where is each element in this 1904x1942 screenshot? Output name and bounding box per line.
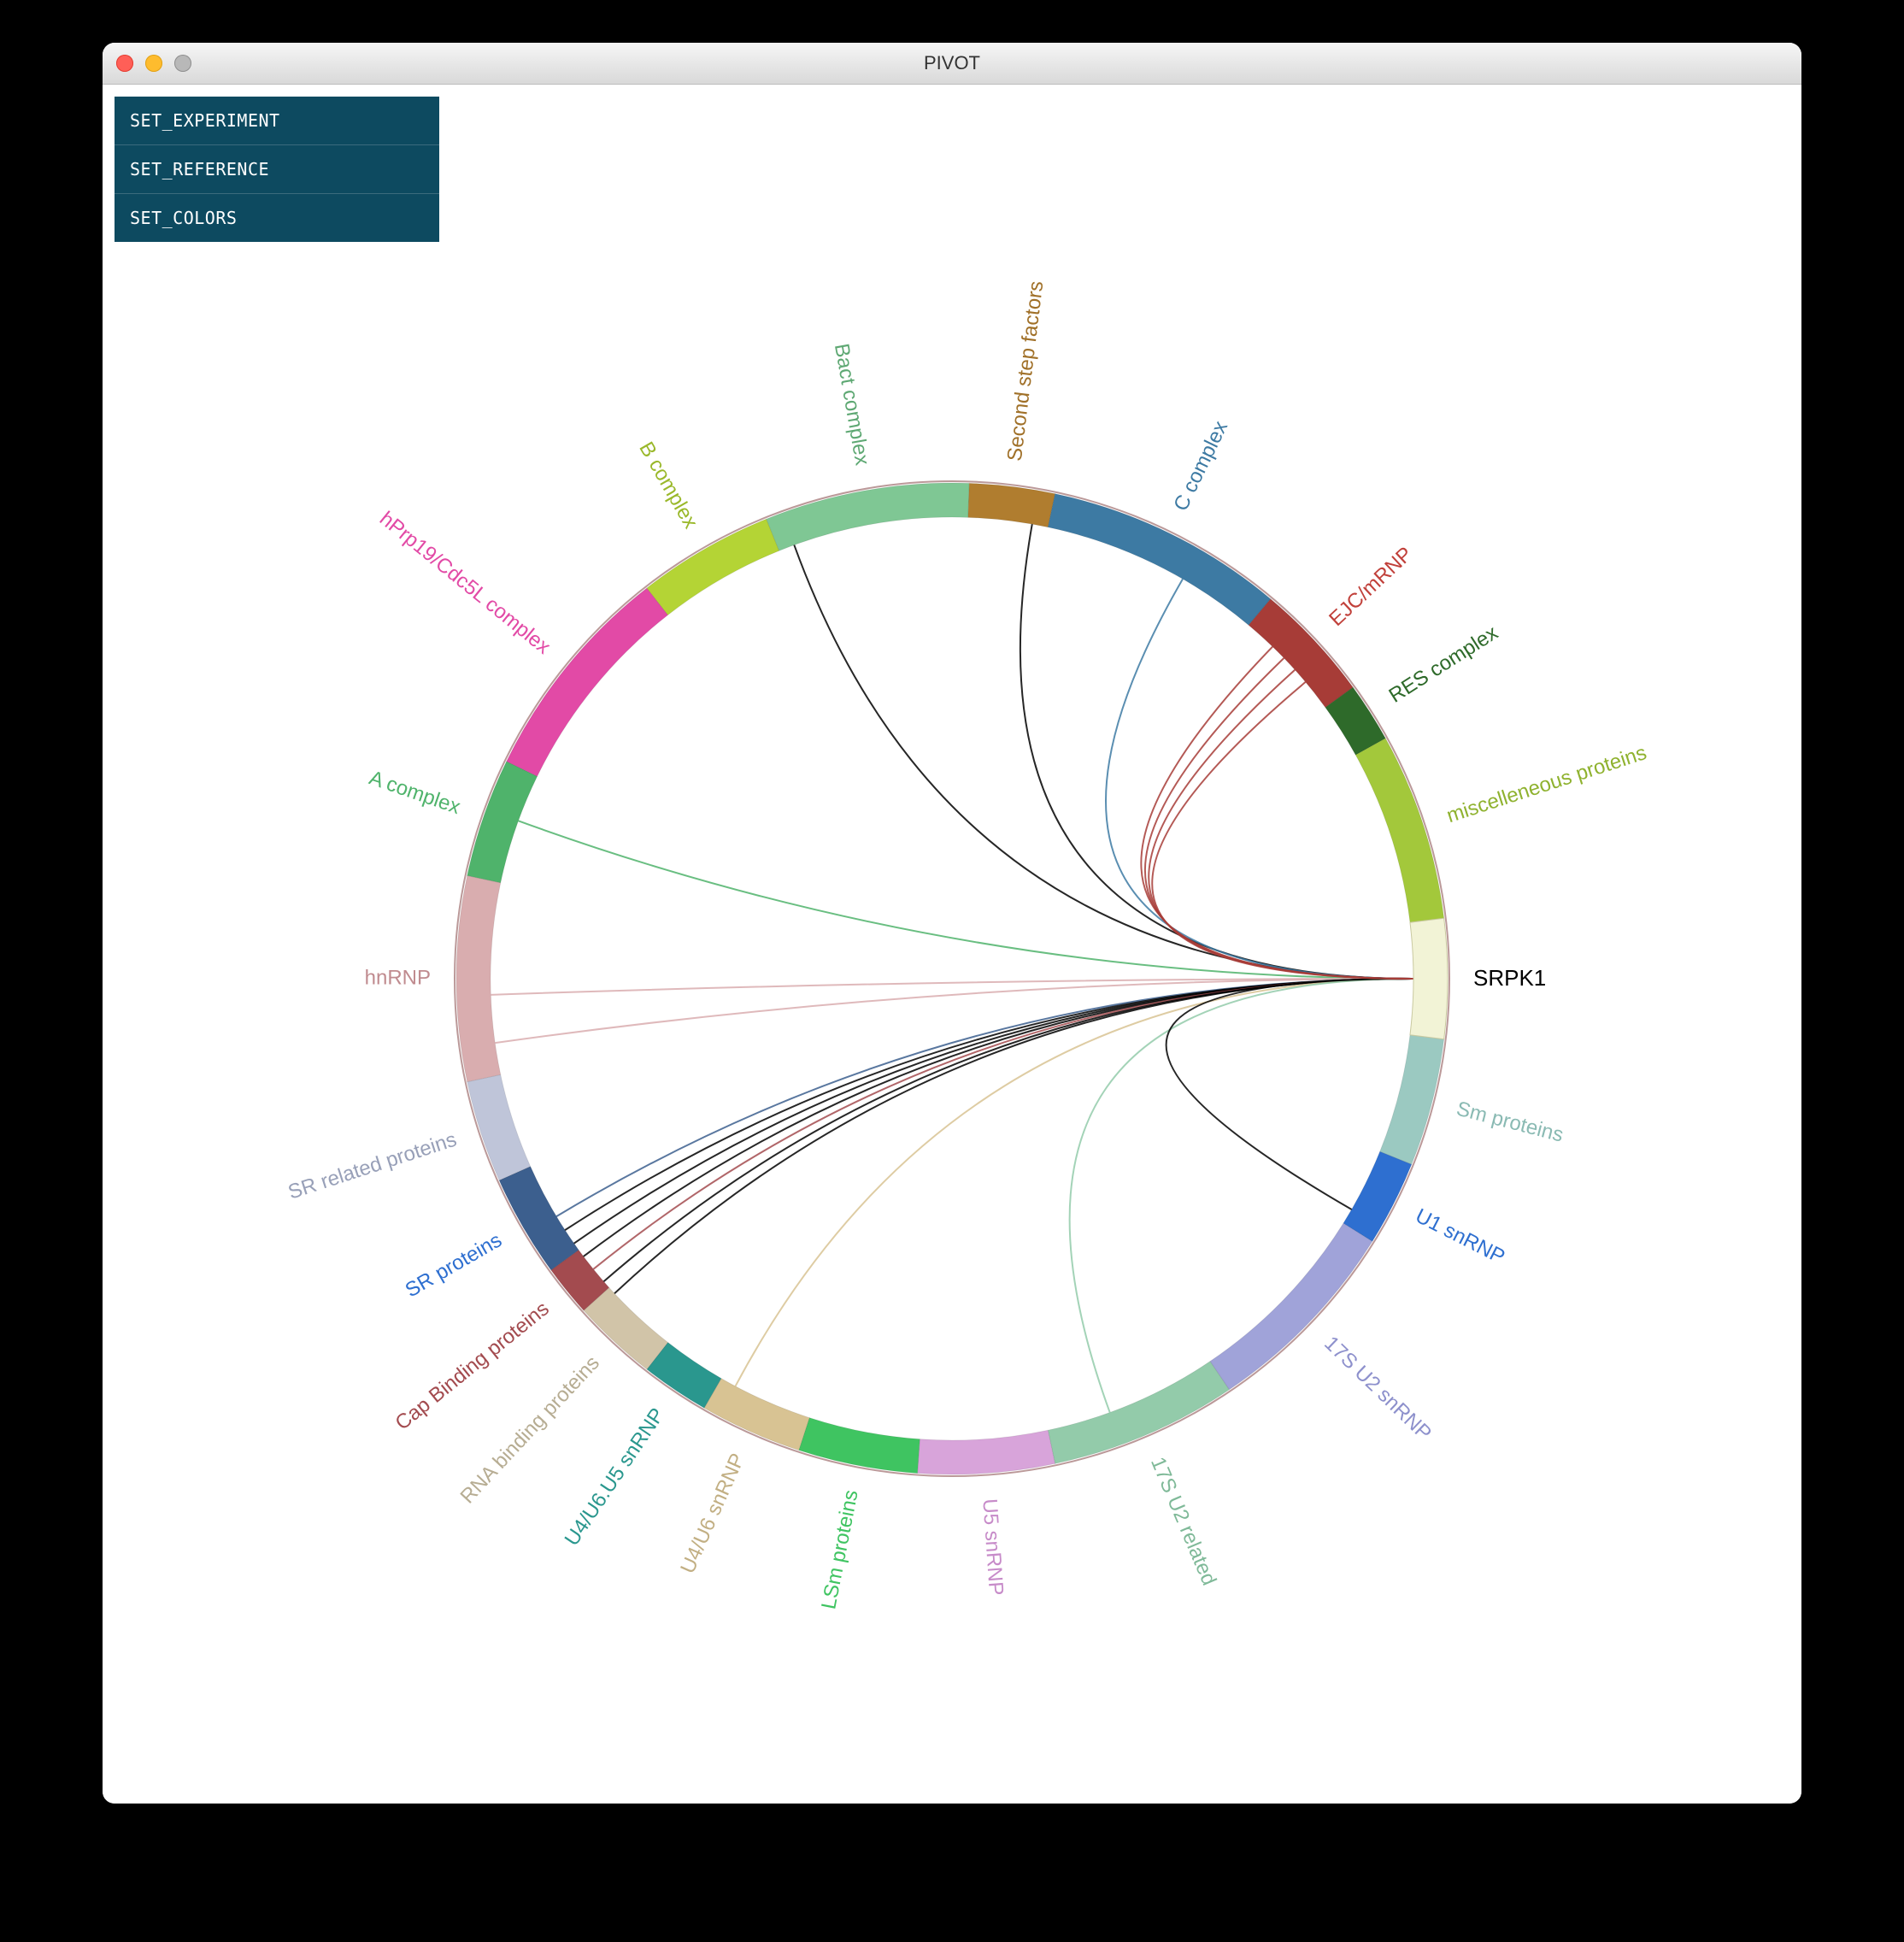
segment-label: U4/U6 snRNP xyxy=(676,1451,749,1578)
segment[interactable] xyxy=(456,876,501,1082)
segment-label: B complex xyxy=(634,438,702,533)
segment[interactable] xyxy=(1048,1362,1229,1464)
segment-label: LSm proteins xyxy=(817,1488,862,1611)
focus-label: SRPK1 xyxy=(1473,965,1546,991)
titlebar[interactable]: PIVOT xyxy=(103,43,1801,85)
chord-diagram[interactable]: Sm proteins U1 snRNP 17S U2 snRNP 17S U2 re… xyxy=(183,209,1721,1748)
chord-link[interactable] xyxy=(519,821,1413,980)
menu-set-experiment[interactable]: SET_EXPERIMENT xyxy=(115,97,439,145)
segment-label: U4/U6.U5 snRNP xyxy=(561,1404,670,1551)
segment-label: Sm proteins xyxy=(1454,1098,1566,1147)
segment[interactable] xyxy=(799,1418,920,1474)
segment[interactable] xyxy=(704,1379,809,1451)
segment-focus[interactable] xyxy=(1410,919,1448,1039)
segment-label: U5 snRNP xyxy=(978,1498,1008,1597)
chord-link[interactable] xyxy=(735,979,1413,1386)
segment-label: C complex xyxy=(1169,418,1232,515)
chord-link[interactable] xyxy=(1106,580,1413,980)
window-controls xyxy=(116,55,191,72)
segment-label: hnRNP xyxy=(365,967,431,990)
segment-label: EJC/mRNP xyxy=(1325,543,1417,631)
zoom-icon[interactable] xyxy=(174,55,191,72)
window-title: PIVOT xyxy=(103,52,1801,74)
segment[interactable] xyxy=(507,588,668,776)
segment[interactable] xyxy=(1343,1152,1412,1242)
chord-link[interactable] xyxy=(593,979,1413,1269)
minimize-icon[interactable] xyxy=(145,55,162,72)
chord-link[interactable] xyxy=(1145,658,1413,979)
segment-label: miscelleneous proteins xyxy=(1444,741,1650,827)
chord-link[interactable] xyxy=(565,979,1413,1230)
segment[interactable] xyxy=(647,519,779,615)
segment-label: Bact complex xyxy=(830,342,874,468)
app-window: PIVOT SET_EXPERIMENT SET_REFERENCE SET_C… xyxy=(103,43,1801,1804)
menu-set-reference[interactable]: SET_REFERENCE xyxy=(115,145,439,194)
segment[interactable] xyxy=(918,1430,1055,1474)
segment-label: SR related proteins xyxy=(285,1128,460,1204)
chord-link[interactable] xyxy=(603,979,1413,1281)
segment-label: 17S U2 snRNP xyxy=(1319,1332,1436,1445)
chord-link[interactable] xyxy=(574,979,1413,1244)
chord-link[interactable] xyxy=(1141,647,1413,979)
segment-label: RES complex xyxy=(1385,621,1502,708)
segment-label: hPrp19/Cdc5L complex xyxy=(375,508,555,659)
close-icon[interactable] xyxy=(116,55,133,72)
segment-label: 17S U2 related xyxy=(1146,1454,1220,1589)
segment[interactable] xyxy=(767,483,970,550)
segment-label: A complex xyxy=(367,767,463,820)
segment-label: SR proteins xyxy=(402,1229,506,1303)
segment[interactable] xyxy=(1355,739,1443,922)
segment[interactable] xyxy=(584,1288,668,1370)
segment[interactable] xyxy=(1048,494,1271,626)
segment-label: Second step factors xyxy=(1003,280,1049,462)
segment[interactable] xyxy=(467,762,538,883)
chord-link[interactable] xyxy=(794,545,1413,979)
segment-label: U1 snRNP xyxy=(1412,1204,1508,1269)
content-area: SET_EXPERIMENT SET_REFERENCE SET_COLORS … xyxy=(103,85,1801,1804)
